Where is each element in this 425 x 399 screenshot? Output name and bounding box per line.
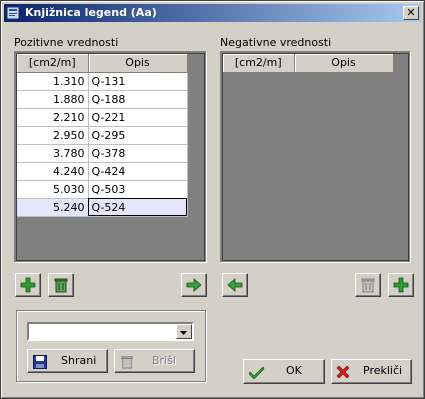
close-icon: ✕ (406, 6, 416, 19)
negative-values-table[interactable]: [cm2/m] Opis (223, 54, 394, 73)
delete-button-label: Briši (152, 354, 176, 367)
dropdown-button[interactable] (176, 324, 192, 339)
value-cell[interactable]: 2.950 (17, 126, 89, 145)
add-negative-button[interactable] (388, 273, 414, 297)
cancel-button-label: Prekliči (363, 364, 403, 377)
column-header-description[interactable]: Opis (294, 54, 394, 73)
app-icon (6, 6, 20, 20)
table-row[interactable]: 5.030 Q-503 (17, 180, 188, 199)
trash-icon (121, 356, 133, 369)
trash-icon (54, 278, 68, 293)
column-header-value[interactable]: [cm2/m] (17, 54, 89, 73)
description-cell[interactable]: Q-188 (88, 90, 188, 109)
trash-icon (361, 278, 375, 293)
legend-select[interactable] (27, 322, 194, 341)
table-row[interactable]: 2.950 Q-295 (17, 126, 188, 145)
value-cell[interactable]: 1.880 (17, 90, 89, 109)
ok-button[interactable]: OK (243, 359, 325, 384)
positive-values-grid[interactable]: [cm2/m] Opis 1.310 Q-131 1.880 Q-188 2.210 Q-… (14, 51, 207, 263)
table-row[interactable]: 1.310 Q-131 (17, 72, 188, 91)
description-cell[interactable]: Q-378 (88, 144, 188, 163)
table-row[interactable]: 4.240 Q-424 (17, 162, 188, 181)
description-cell[interactable]: Q-524 (88, 198, 188, 217)
description-cell[interactable]: Q-221 (88, 108, 188, 127)
ok-button-label: OK (286, 364, 302, 377)
plus-icon (20, 277, 36, 293)
negative-values-grid[interactable]: [cm2/m] Opis (220, 51, 411, 263)
description-cell[interactable]: Q-503 (88, 180, 188, 199)
floppy-disk-icon (33, 355, 47, 369)
save-button-label: Shrani (61, 354, 97, 367)
table-row[interactable]: 1.880 Q-188 (17, 90, 188, 109)
value-cell[interactable]: 4.240 (17, 162, 89, 181)
description-cell[interactable]: Q-424 (88, 162, 188, 181)
plus-icon (393, 277, 409, 293)
table-row[interactable]: 5.240 Q-524 (17, 198, 188, 217)
close-button[interactable]: ✕ (403, 6, 419, 20)
cancel-button[interactable]: Prekliči (331, 359, 412, 384)
close-x-icon (336, 365, 350, 379)
column-header-description[interactable]: Opis (88, 54, 188, 73)
move-left-button[interactable] (222, 273, 248, 297)
arrow-left-icon (227, 278, 243, 292)
positive-values-table[interactable]: [cm2/m] Opis 1.310 Q-131 1.880 Q-188 2.210 Q-… (17, 54, 188, 217)
column-header-value[interactable]: [cm2/m] (223, 54, 295, 73)
value-cell[interactable]: 2.210 (17, 108, 89, 127)
checkmark-icon (249, 366, 265, 379)
move-right-button[interactable] (181, 273, 207, 297)
delete-negative-button[interactable] (355, 273, 381, 297)
negative-values-label: Negativne vrednosti (220, 36, 332, 49)
positive-values-label: Pozitivne vrednosti (14, 36, 119, 49)
delete-positive-button[interactable] (48, 273, 74, 297)
arrow-right-icon (186, 278, 202, 292)
save-button[interactable]: Shrani (27, 349, 108, 373)
legend-groupbox: Shrani Briši (16, 310, 206, 382)
chevron-down-icon (180, 331, 187, 335)
table-row[interactable]: 3.780 Q-378 (17, 144, 188, 163)
value-cell[interactable]: 5.240 (17, 198, 89, 217)
add-positive-button[interactable] (15, 273, 41, 297)
description-cell[interactable]: Q-295 (88, 126, 188, 145)
value-cell[interactable]: 3.780 (17, 144, 89, 163)
value-cell[interactable]: 1.310 (17, 72, 89, 91)
description-cell[interactable]: Q-131 (88, 72, 188, 91)
delete-button[interactable]: Briši (114, 349, 195, 373)
table-row[interactable]: 2.210 Q-221 (17, 108, 188, 127)
value-cell[interactable]: 5.030 (17, 180, 89, 199)
dialog-window: Knjižnica legend (Aa) ✕ Pozitivne vredno… (0, 0, 425, 399)
title-bar[interactable]: Knjižnica legend (Aa) ✕ (4, 4, 421, 22)
window-title: Knjižnica legend (Aa) (25, 6, 157, 19)
